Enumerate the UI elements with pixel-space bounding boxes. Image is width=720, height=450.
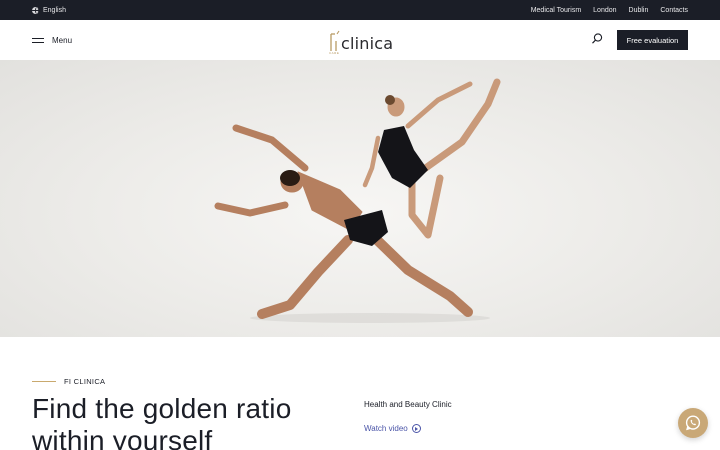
main-header: Menu CARE clinica Free evaluation — [0, 20, 720, 60]
section-eyebrow: FI CLINICA — [32, 377, 105, 386]
dancers-illustration — [214, 78, 501, 323]
watch-video-label: Watch video — [364, 424, 408, 433]
free-evaluation-button[interactable]: Free evaluation — [617, 30, 688, 50]
eyebrow-divider — [32, 381, 56, 382]
hero-image — [0, 60, 720, 337]
top-bar: English Medical Tourism London Dublin Co… — [0, 0, 720, 20]
eyebrow-label: FI CLINICA — [64, 377, 106, 386]
whatsapp-icon — [685, 415, 701, 431]
logo-subtext: CARE — [329, 51, 340, 55]
top-link-london[interactable]: London — [593, 7, 616, 14]
hamburger-icon — [32, 37, 44, 43]
language-label: English — [43, 6, 66, 14]
menu-label: Menu — [52, 35, 73, 45]
headline-line-2: within yourself — [32, 425, 213, 450]
logo-mark-icon: CARE — [328, 30, 340, 55]
hero-headline: Find the golden ratio within yourself — [32, 393, 332, 450]
menu-button[interactable]: Menu — [32, 20, 72, 60]
top-link-dublin[interactable]: Dublin — [629, 7, 649, 14]
whatsapp-button[interactable] — [678, 408, 708, 438]
globe-icon — [32, 6, 39, 14]
top-link-medical-tourism[interactable]: Medical Tourism — [531, 7, 581, 14]
play-icon — [411, 424, 421, 433]
logo[interactable]: CARE clinica — [328, 28, 394, 55]
language-switcher[interactable]: English — [32, 0, 66, 20]
top-link-contacts[interactable]: Contacts — [660, 7, 688, 14]
headline-line-1: Find the golden ratio — [32, 393, 292, 424]
clinic-subtitle: Health and Beauty Clinic — [364, 400, 452, 409]
top-links: Medical Tourism London Dublin Contacts — [531, 0, 688, 20]
watch-video-link[interactable]: Watch video — [364, 424, 421, 433]
logo-text: clinica — [341, 34, 394, 53]
search-icon[interactable] — [590, 32, 604, 46]
